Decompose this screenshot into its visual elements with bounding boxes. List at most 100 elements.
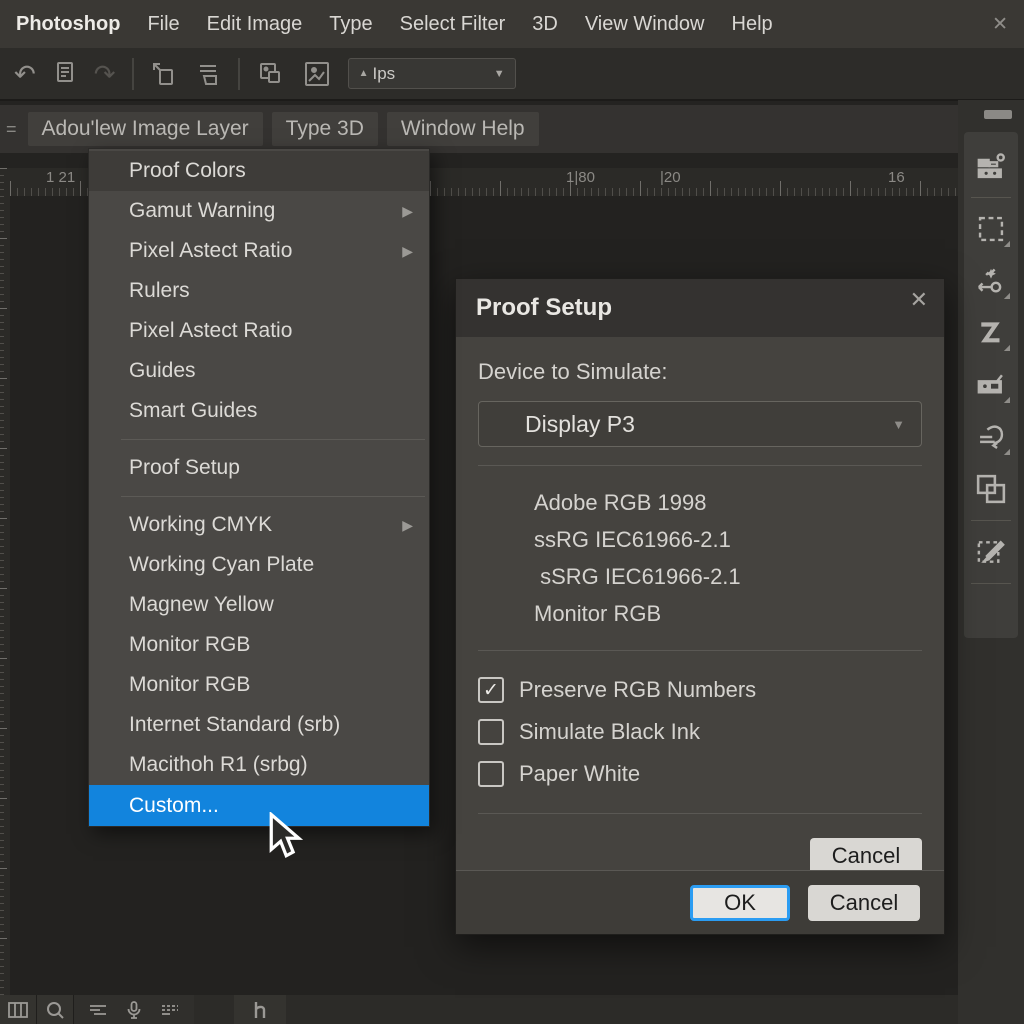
panel-collapse-handle[interactable]	[984, 110, 1012, 119]
menu-item-working-cyan-plate[interactable]: Working Cyan Plate	[89, 545, 429, 585]
menu-select-filter[interactable]: Select Filter	[400, 13, 506, 36]
menu-item-monitor-rgb-2[interactable]: Monitor RGB	[89, 665, 429, 705]
dialog-separator	[478, 465, 922, 466]
menu-item-guides[interactable]: Guides	[89, 351, 429, 391]
menu-item-gamut-warning[interactable]: Gamut Warning ▶	[89, 191, 429, 231]
dialog-titlebar: Proof Setup	[456, 279, 944, 337]
timeline-controls	[74, 995, 194, 1024]
preserve-rgb-checkbox[interactable]: ✓	[478, 677, 504, 703]
view-menu-panel: Proof Colors Gamut Warning ▶ Pixel Astec…	[88, 148, 430, 827]
dialog-separator	[478, 650, 922, 651]
search-icon[interactable]	[37, 995, 73, 1024]
menu-type[interactable]: Type	[329, 13, 372, 36]
vertical-ruler[interactable]	[0, 168, 10, 995]
menu-item-pixel-aspect-ratio-2[interactable]: Pixel Astect Ratio	[89, 311, 429, 351]
paper-white-checkbox[interactable]	[478, 761, 504, 787]
lasso-tool-icon[interactable]: ◢	[969, 307, 1013, 359]
copy-document-icon[interactable]	[52, 60, 78, 88]
device-select[interactable]: Display P3 ▼	[478, 401, 922, 447]
transform-tool-icon[interactable]: ◢	[969, 255, 1013, 307]
checkbox-label: Simulate Black Ink	[519, 719, 700, 745]
menu-help[interactable]: Help	[732, 13, 773, 36]
device-select-value: Display P3	[525, 411, 635, 438]
submenu-arrow-icon: ▶	[402, 517, 413, 534]
menu-item-working-cmyk[interactable]: Working CMYK ▶	[89, 505, 429, 545]
dialog-close-icon[interactable]: ✕	[910, 287, 928, 313]
swap-images-icon[interactable]	[256, 59, 286, 89]
menu-item-label: Internet Standard (srb)	[129, 713, 340, 737]
checkbox-label: Paper White	[519, 761, 640, 787]
simulate-black-ink-checkbox[interactable]	[478, 719, 504, 745]
preset-dropdown[interactable]: ▲ Ips ▼	[348, 58, 516, 89]
bottombar-spacer	[194, 995, 234, 1024]
marquee-tool-icon[interactable]: ◢	[969, 203, 1013, 255]
menu-item-label: Custom...	[129, 794, 219, 818]
menu-item-macintosh-rgb[interactable]: Macithoh R1 (srbg)	[89, 745, 429, 785]
menubar-prefix: =	[4, 119, 19, 140]
proof-setup-dialog: Proof Setup ✕ Device to Simulate: Displa…	[455, 278, 945, 935]
menu-item-label: Working CMYK	[129, 513, 272, 537]
dropdown-arrow-icon: ▼	[494, 68, 505, 80]
ruler-label: 1|80	[566, 169, 595, 186]
paper-white-row[interactable]: Paper White	[478, 753, 922, 795]
menu-item-magenta-yellow[interactable]: Magnew Yellow	[89, 585, 429, 625]
menu-file[interactable]: File	[147, 13, 179, 36]
hand-tool-icon[interactable]	[234, 995, 286, 1024]
microphone-icon[interactable]	[116, 995, 152, 1024]
profile-option-adobe-rgb[interactable]: Adobe RGB 1998	[534, 484, 922, 521]
doc-menu-type-3d[interactable]: Type 3D	[272, 112, 378, 146]
ok-button[interactable]: OK	[690, 885, 790, 921]
menu-item-smart-guides[interactable]: Smart Guides	[89, 391, 429, 431]
menu-item-label: Pixel Astect Ratio	[129, 319, 292, 343]
tool-flyout-triangle-icon: ◢	[1004, 239, 1010, 248]
menu-item-custom[interactable]: Custom...	[89, 785, 429, 826]
profile-option-srgb-1[interactable]: ssRG IEC61966-2.1	[534, 521, 922, 558]
dialog-body: Device to Simulate: Display P3 ▼ Adobe R…	[456, 337, 944, 874]
edit-artboard-tool-icon[interactable]	[969, 526, 1013, 578]
tool-flyout-triangle-icon: ◢	[1004, 291, 1010, 300]
menu-item-label: Working Cyan Plate	[129, 553, 314, 577]
redo-icon[interactable]: ↷	[94, 61, 116, 87]
menu-3d[interactable]: 3D	[532, 13, 558, 36]
profile-option-monitor-rgb[interactable]: Monitor RGB	[534, 595, 922, 632]
menu-item-label: Proof Colors	[129, 159, 246, 183]
menu-item-label: Monitor RGB	[129, 673, 250, 697]
tool-separator	[971, 583, 1011, 584]
menu-item-label: Proof Setup	[129, 456, 240, 480]
artboard-export-tool-icon[interactable]	[969, 140, 1013, 192]
toolbar-divider	[238, 58, 240, 90]
cancel-button-top[interactable]: Cancel	[810, 838, 922, 874]
dropdown-arrow-icon: ▼	[892, 417, 905, 432]
rotate-view-tool-icon[interactable]: ◢	[969, 411, 1013, 463]
frames-list-icon[interactable]	[152, 995, 188, 1024]
cancel-button[interactable]: Cancel	[808, 885, 920, 921]
crop-tool-icon[interactable]: ◢	[969, 359, 1013, 411]
menu-edit-image[interactable]: Edit Image	[207, 13, 303, 36]
menu-item-proof-colors[interactable]: Proof Colors	[89, 151, 429, 191]
doc-menu-view-image-layer[interactable]: Adou'lew Image Layer	[28, 112, 263, 146]
step-backward-icon[interactable]	[150, 60, 178, 88]
duplicate-layers-tool-icon[interactable]	[969, 463, 1013, 515]
menu-view-window[interactable]: View Window	[585, 13, 705, 36]
profile-option-srgb-2[interactable]: sSRG IEC61966-2.1	[534, 558, 922, 595]
checkmark-icon: ✓	[483, 679, 499, 702]
collapse-arrow-icon: ▲	[359, 68, 369, 79]
layers-stack-icon[interactable]	[194, 60, 222, 88]
menu-item-proof-setup[interactable]: Proof Setup	[89, 448, 429, 488]
columns-view-icon[interactable]	[0, 995, 36, 1024]
image-placeholder-icon[interactable]	[302, 59, 332, 89]
window-close-icon[interactable]: ✕	[992, 13, 1008, 36]
undo-icon[interactable]: ↶	[14, 61, 36, 87]
menu-item-pixel-aspect-ratio[interactable]: Pixel Astect Ratio ▶	[89, 231, 429, 271]
preserve-rgb-numbers-row[interactable]: ✓ Preserve RGB Numbers	[478, 669, 922, 711]
menu-item-monitor-rgb[interactable]: Monitor RGB	[89, 625, 429, 665]
device-to-simulate-label: Device to Simulate:	[478, 359, 922, 385]
tween-frames-icon[interactable]	[80, 995, 116, 1024]
doc-menu-window-help[interactable]: Window Help	[387, 112, 539, 146]
tool-flyout-triangle-icon: ◢	[1004, 343, 1010, 352]
simulate-black-ink-row[interactable]: Simulate Black Ink	[478, 711, 922, 753]
menu-item-label: Pixel Astect Ratio	[129, 239, 292, 263]
menu-item-rulers[interactable]: Rulers	[89, 271, 429, 311]
bottom-toolbar	[0, 995, 958, 1024]
menu-item-internet-standard[interactable]: Internet Standard (srb)	[89, 705, 429, 745]
